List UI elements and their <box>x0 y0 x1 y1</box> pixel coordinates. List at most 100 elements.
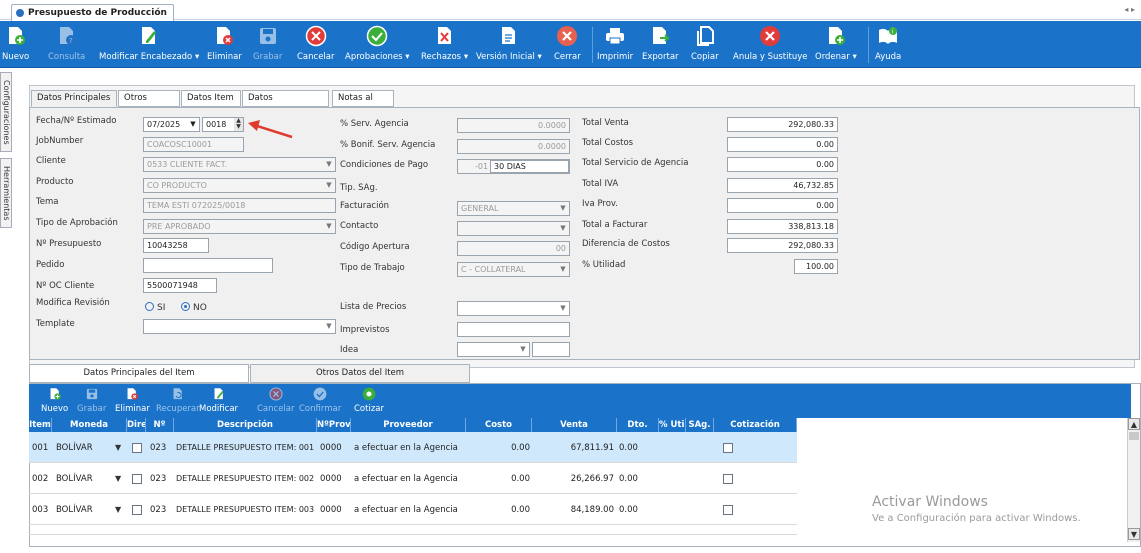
grid-header-cell[interactable]: Dire <box>127 418 146 432</box>
grid-vertical-scrollbar[interactable]: ▲ ▼ <box>1127 418 1140 542</box>
item-cotizar-button[interactable]: Cotizar <box>354 384 384 418</box>
row-checkbox[interactable] <box>723 432 735 463</box>
grid-header-cell[interactable]: Proveedor <box>351 418 466 432</box>
scroll-up-icon[interactable]: ▲ <box>1128 418 1140 430</box>
tab-notas-al-pie[interactable]: Notas al Pie <box>332 90 394 118</box>
template-select[interactable]: ▼ <box>143 319 336 334</box>
tab-datos-item[interactable]: Datos Item <box>181 90 241 107</box>
tab-scroll-arrows[interactable]: ◂ ▸ <box>1124 5 1135 14</box>
item-nuevo-button[interactable]: Nuevo <box>41 384 68 418</box>
item-cancelar-button[interactable]: Cancelar <box>257 384 295 418</box>
version-inicial-button[interactable]: Versión Inicial ▾ <box>476 21 542 68</box>
item-grabar-button[interactable]: Grabar <box>77 384 106 418</box>
grabar-button[interactable]: Grabar <box>253 21 282 68</box>
grid-header-cell[interactable]: Venta <box>532 418 617 432</box>
row-checkbox[interactable] <box>132 463 144 494</box>
serv-agencia-label: % Serv. Agencia <box>340 119 409 129</box>
table-row[interactable]: 003 BOLÍVAR ▼ 023 DETALLE PRESUPUESTO ITEM: … <box>29 494 797 525</box>
lista-precios-select[interactable]: ▼ <box>457 301 570 316</box>
fecha-month-select[interactable]: 07/2025 ▼ <box>143 117 200 132</box>
export-doc-icon <box>649 25 671 47</box>
moneda-dropdown-icon[interactable]: ▼ <box>115 494 125 525</box>
tipo-trabajo-select[interactable]: C - COLLATERAL ▼ <box>457 262 570 277</box>
consulta-button[interactable]: ? Consulta <box>48 21 85 68</box>
oc-cliente-label: Nº OC Cliente <box>36 281 95 291</box>
exportar-label: Exportar <box>642 52 679 62</box>
grid-header-cell[interactable]: Nº <box>146 418 174 432</box>
scroll-thumb[interactable] <box>1129 432 1139 440</box>
row-checkbox[interactable] <box>723 463 735 494</box>
fecha-number-stepper[interactable]: 0018 ▲ ▼ <box>202 117 244 132</box>
cliente-select[interactable]: 0533 CLIENTE FACT. ▼ <box>143 157 336 172</box>
save-icon <box>85 387 99 401</box>
nuevo-button[interactable]: Nuevo <box>2 21 29 68</box>
tab-datos-principales-item[interactable]: Datos Principales del Item <box>29 364 249 383</box>
row-checkbox[interactable] <box>132 525 144 534</box>
contacto-select[interactable]: ▼ <box>457 221 570 236</box>
grid-header-cell[interactable]: Dto. <box>617 418 659 432</box>
idea-extra-field[interactable] <box>532 342 570 357</box>
grid-header-cell[interactable]: SAg. <box>686 418 714 432</box>
cell-nprov: 0000 <box>320 473 342 484</box>
table-row[interactable]: 001 BOLÍVAR ▼ 023 DETALLE PRESUPUESTO ITEM: … <box>29 432 797 463</box>
copiar-button[interactable]: Copiar <box>691 21 719 68</box>
row-checkbox[interactable] <box>132 432 144 463</box>
item-eliminar-button[interactable]: Eliminar <box>115 384 150 418</box>
revision-si-radio[interactable]: SI <box>145 302 165 313</box>
condiciones-pago-desc: 30 DIAS <box>490 160 569 173</box>
grid-header-cell[interactable]: NºProv <box>317 418 351 432</box>
side-tab-configuraciones[interactable]: Configuraciones <box>0 72 12 152</box>
item-confirmar-button[interactable]: Confirmar <box>299 384 341 418</box>
moneda-dropdown-icon[interactable]: ▼ <box>115 432 125 463</box>
bonif-agencia-label: % Bonif. Serv. Agencia <box>340 140 436 150</box>
modificar-encabezado-button[interactable]: Modificar Encabezado ▾ <box>99 21 199 68</box>
row-checkbox[interactable] <box>723 525 735 534</box>
restore-doc-icon <box>171 387 185 401</box>
moneda-dropdown-icon[interactable]: ▼ <box>115 463 125 494</box>
side-tab-herramientas[interactable]: Herramientas <box>0 158 12 228</box>
cancelar-button[interactable]: Cancelar <box>297 21 335 68</box>
grid-header-cell[interactable]: % Util <box>659 418 686 432</box>
grid-header-cell[interactable]: Descripción <box>174 418 317 432</box>
revision-no-radio[interactable]: NO <box>181 302 207 313</box>
facturacion-select[interactable]: GENERAL ▼ <box>457 201 570 216</box>
item-eliminar-label: Eliminar <box>115 404 150 414</box>
row-checkbox[interactable] <box>723 494 735 525</box>
void-circle-icon <box>759 25 781 47</box>
tab-otros-datos[interactable]: Otros Datos <box>118 90 180 118</box>
imprimir-button[interactable]: Imprimir <box>597 21 633 68</box>
rechazos-button[interactable]: Rechazos ▾ <box>421 21 468 68</box>
grid-header-cell[interactable]: Cotización <box>714 418 797 432</box>
item-recuperar-button[interactable]: Recuperar <box>156 384 200 418</box>
tipo-aprobacion-select[interactable]: PRE APROBADO ▼ <box>143 219 336 234</box>
ordenar-button[interactable]: Ordenar ▾ <box>815 21 857 68</box>
codigo-apertura-field: 00 <box>457 241 570 256</box>
moneda-dropdown-icon[interactable]: ▼ <box>115 525 125 534</box>
eliminar-button[interactable]: Eliminar <box>207 21 242 68</box>
tab-datos-principales[interactable]: Datos Principales <box>31 90 117 107</box>
row-checkbox[interactable] <box>132 494 144 525</box>
exportar-button[interactable]: Exportar <box>642 21 679 68</box>
grid-header-cell[interactable]: Item <box>29 418 52 432</box>
document-tab[interactable]: Presupuesto de Producción <box>11 4 174 21</box>
checkbox-box <box>723 504 733 515</box>
oc-cliente-field[interactable]: 5500071948 <box>143 278 217 293</box>
idea-select[interactable]: ▼ <box>457 342 530 357</box>
ayuda-button[interactable]: i Ayuda <box>875 21 901 68</box>
grid-header-cell[interactable]: Moneda <box>52 418 127 432</box>
table-row[interactable]: 002 BOLÍVAR ▼ 023 DETALLE PRESUPUESTO ITEM: … <box>29 463 797 494</box>
contacto-label: Contacto <box>340 221 379 231</box>
imprevistos-field[interactable] <box>457 322 570 337</box>
scroll-down-icon[interactable]: ▼ <box>1128 528 1140 540</box>
tab-otros-datos-item[interactable]: Otros Datos del Item <box>250 364 470 383</box>
anula-sustituye-button[interactable]: Anula y Sustituye <box>733 21 807 68</box>
tab-datos-adicionales[interactable]: Datos Adicionales <box>242 90 329 118</box>
presupuesto-field[interactable]: 10043258 <box>143 238 209 253</box>
pedido-field[interactable] <box>143 258 273 273</box>
aprobaciones-button[interactable]: Aprobaciones ▾ <box>345 21 410 68</box>
grid-header-cell[interactable]: Costo <box>466 418 532 432</box>
item-modificar-button[interactable]: Modificar <box>199 384 238 418</box>
producto-select[interactable]: CO PRODUCTO ▼ <box>143 178 336 193</box>
table-row[interactable]: 004 BOLÍVAR▼ 023 DETALLE PRESUPUESTO ITEM: 0… <box>29 525 797 535</box>
cerrar-button[interactable]: Cerrar <box>554 21 581 68</box>
